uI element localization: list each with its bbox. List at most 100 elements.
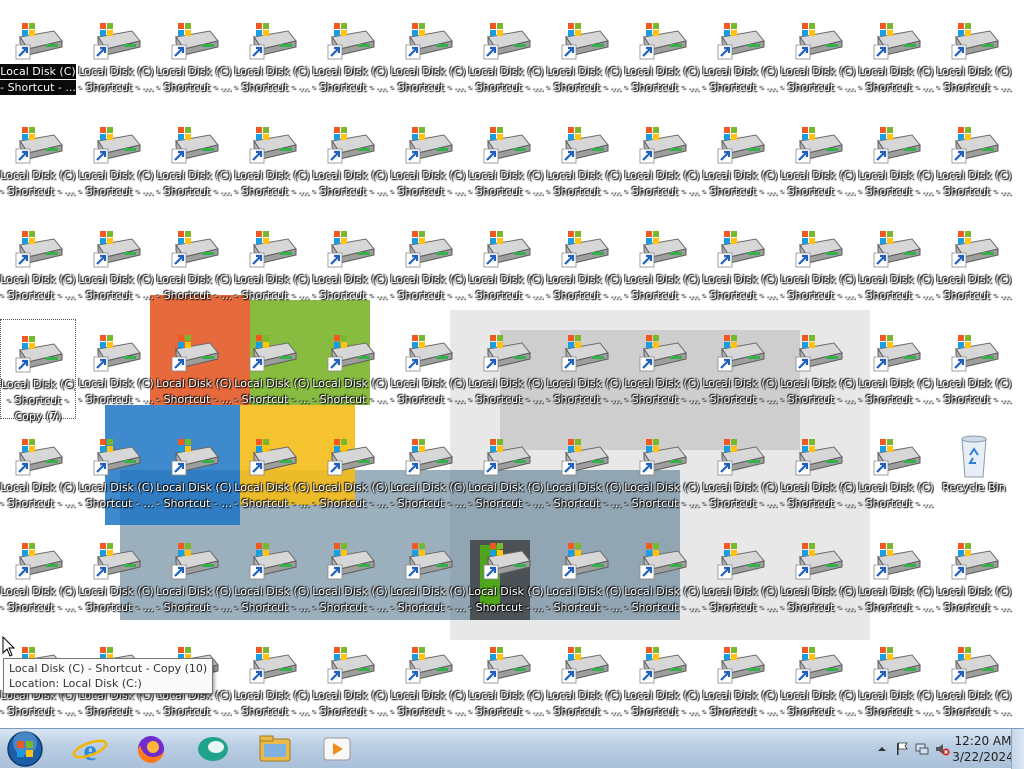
- desktop-shortcut[interactable]: Local Disk (C) - Shortcut - ...: [624, 423, 700, 523]
- desktop-shortcut[interactable]: Local Disk (C) - Shortcut - ...: [0, 423, 76, 523]
- desktop-shortcut[interactable]: Local Disk (C) - Shortcut - ...: [702, 7, 778, 107]
- desktop-shortcut[interactable]: Local Disk (C) - Shortcut - ...: [546, 527, 622, 627]
- desktop-shortcut[interactable]: Local Disk (C) - Shortcut - ...: [858, 111, 934, 211]
- desktop-shortcut[interactable]: Local Disk (C) - Shortcut - ...: [546, 215, 622, 315]
- desktop-shortcut[interactable]: Local Disk (C) - Shortcut - ...: [936, 319, 1012, 419]
- desktop-shortcut[interactable]: Local Disk (C) - Shortcut - ...: [468, 7, 544, 107]
- desktop-shortcut[interactable]: Local Disk (C) - Shortcut - ...: [858, 7, 934, 107]
- desktop-shortcut[interactable]: Local Disk (C) - Shortcut - ...: [156, 111, 232, 211]
- desktop-shortcut[interactable]: Local Disk (C) - Shortcut - ...: [780, 423, 856, 523]
- action-center-flag-icon[interactable]: [894, 741, 910, 757]
- desktop-shortcut[interactable]: Local Disk (C) - Shortcut - ...: [234, 319, 310, 419]
- desktop-shortcut[interactable]: Local Disk (C) - Shortcut - ...: [390, 111, 466, 211]
- desktop-shortcut[interactable]: Local Disk (C) - Shortcut - ...: [780, 111, 856, 211]
- show-desktop-button[interactable]: [1011, 729, 1024, 769]
- desktop-shortcut[interactable]: Local Disk (C) - Shortcut - ...: [702, 527, 778, 627]
- desktop-shortcut[interactable]: Local Disk (C) - Shortcut - ...: [936, 7, 1012, 107]
- desktop-shortcut[interactable]: Local Disk (C) - Shortcut - ...: [468, 215, 544, 315]
- windows-start-orb-icon[interactable]: [4, 729, 46, 769]
- chevron-up-icon[interactable]: [874, 741, 890, 757]
- desktop-shortcut[interactable]: Local Disk (C) - Shortcut - ...: [390, 319, 466, 419]
- desktop-shortcut[interactable]: Local Disk (C) - Shortcut - ...: [858, 215, 934, 315]
- desktop-shortcut[interactable]: Local Disk (C) - Shortcut - ...: [858, 423, 934, 523]
- desktop-shortcut[interactable]: Local Disk (C) - Shortcut - ...: [624, 215, 700, 315]
- desktop-shortcut[interactable]: Local Disk (C) - Shortcut - ...: [780, 7, 856, 107]
- desktop-shortcut[interactable]: Local Disk (C) - Shortcut - ...: [234, 527, 310, 627]
- desktop-shortcut[interactable]: Local Disk (C) - Shortcut - ...: [156, 7, 232, 107]
- file-explorer-icon[interactable]: [250, 731, 300, 767]
- desktop-shortcut[interactable]: Local Disk (C) - Shortcut - ...: [390, 631, 466, 728]
- desktop-shortcut[interactable]: Local Disk (C) - Shortcut - ...: [936, 527, 1012, 627]
- desktop-shortcut[interactable]: Local Disk (C) - Shortcut - ...: [156, 527, 232, 627]
- desktop-shortcut[interactable]: Local Disk (C) - Shortcut - ...: [936, 111, 1012, 211]
- desktop-shortcut[interactable]: Local Disk (C) - Shortcut - ...: [312, 319, 388, 419]
- desktop-shortcut[interactable]: Local Disk (C) - Shortcut - ...: [780, 319, 856, 419]
- desktop-shortcut[interactable]: Local Disk (C) - Shortcut - ...: [78, 527, 154, 627]
- desktop-shortcut[interactable]: Local Disk (C) - Shortcut - ...: [702, 215, 778, 315]
- desktop-shortcut[interactable]: Local Disk (C) - Shortcut - ...: [234, 423, 310, 523]
- desktop-shortcut[interactable]: Local Disk (C) - Shortcut - ...: [0, 7, 76, 107]
- desktop-shortcut[interactable]: Local Disk (C) - Shortcut - ...: [468, 527, 544, 627]
- desktop-shortcut[interactable]: Local Disk (C) - Shortcut - ...: [234, 631, 310, 728]
- desktop-shortcut[interactable]: Local Disk (C) - Shortcut - ...: [936, 631, 1012, 728]
- desktop-shortcut[interactable]: Local Disk (C) - Shortcut - ...: [234, 111, 310, 211]
- media-player-icon[interactable]: [312, 731, 362, 767]
- desktop-shortcut[interactable]: Local Disk (C) - Shortcut - ...: [546, 7, 622, 107]
- desktop-shortcut[interactable]: Local Disk (C) - Shortcut - ...: [156, 423, 232, 523]
- desktop[interactable]: Local Disk (C) - Shortcut - ... Local Disk…: [0, 0, 1024, 728]
- desktop-shortcut[interactable]: Local Disk (C) - Shortcut - ...: [780, 215, 856, 315]
- firefox-icon[interactable]: [126, 731, 176, 767]
- desktop-shortcut[interactable]: Local Disk (C) - Shortcut - ...: [858, 631, 934, 728]
- desktop-shortcut[interactable]: Local Disk (C) - Shortcut - ...: [624, 631, 700, 728]
- desktop-shortcut[interactable]: Local Disk (C) - Shortcut - ...: [780, 631, 856, 728]
- desktop-shortcut[interactable]: Local Disk (C) - Shortcut - ...: [312, 527, 388, 627]
- desktop-shortcut[interactable]: Local Disk (C) - Shortcut - ...: [546, 423, 622, 523]
- desktop-shortcut[interactable]: Local Disk (C) - Shortcut - ...: [468, 319, 544, 419]
- desktop-shortcut[interactable]: Local Disk (C) - Shortcut - ...: [858, 527, 934, 627]
- desktop-shortcut[interactable]: Local Disk (C) - Shortcut - ...: [312, 631, 388, 728]
- desktop-shortcut[interactable]: Local Disk (C) - Shortcut - ...: [780, 527, 856, 627]
- desktop-shortcut[interactable]: Local Disk (C) - Shortcut - ...: [624, 319, 700, 419]
- desktop-shortcut[interactable]: Local Disk (C) - Shortcut - ...: [390, 7, 466, 107]
- desktop-shortcut[interactable]: Local Disk (C) - Shortcut - ...: [156, 319, 232, 419]
- desktop-shortcut[interactable]: Local Disk (C) - Shortcut - ...: [78, 319, 154, 419]
- desktop-shortcut[interactable]: Local Disk (C) - Shortcut - ...: [78, 215, 154, 315]
- desktop-shortcut[interactable]: Local Disk (C) - Shortcut - ...: [156, 215, 232, 315]
- desktop-shortcut[interactable]: Local Disk (C) - Shortcut - ...: [702, 111, 778, 211]
- desktop-shortcut[interactable]: Local Disk (C) - Shortcut - ...: [0, 111, 76, 211]
- desktop-shortcut[interactable]: Local Disk (C) - Shortcut - ...: [468, 111, 544, 211]
- desktop-shortcut[interactable]: Local Disk (C) - Shortcut - ...: [390, 423, 466, 523]
- desktop-shortcut[interactable]: Local Disk (C) - Shortcut - ...: [702, 423, 778, 523]
- desktop-shortcut[interactable]: Local Disk (C) - Shortcut - ...: [0, 215, 76, 315]
- desktop-shortcut[interactable]: Local Disk (C) - Shortcut - ...: [858, 319, 934, 419]
- network-icon[interactable]: [914, 741, 930, 757]
- desktop-shortcut[interactable]: Local Disk (C) - Shortcut - ...: [936, 215, 1012, 315]
- volume-muted-icon[interactable]: [934, 741, 950, 757]
- desktop-shortcut[interactable]: Local Disk (C) - Shortcut - ...: [546, 631, 622, 728]
- desktop-shortcut[interactable]: Local Disk (C) - Shortcut - ...: [312, 215, 388, 315]
- desktop-shortcut[interactable]: Local Disk (C) - Shortcut - ...: [468, 423, 544, 523]
- clock[interactable]: 12:20 AM 3/22/2024: [950, 733, 1016, 765]
- desktop-shortcut[interactable]: Local Disk (C) - Shortcut - ...: [234, 7, 310, 107]
- desktop-shortcut[interactable]: Local Disk (C) - Shortcut - ...: [78, 111, 154, 211]
- desktop-shortcut[interactable]: Local Disk (C) - Shortcut - ...: [702, 319, 778, 419]
- desktop-shortcut[interactable]: Local Disk (C) - Shortcut - ...: [546, 319, 622, 419]
- app-teal-icon[interactable]: [188, 731, 238, 767]
- desktop-shortcut[interactable]: Local Disk (C) - Shortcut - ...: [546, 111, 622, 211]
- desktop-shortcut[interactable]: Local Disk (C) - Shortcut - ...: [312, 111, 388, 211]
- internet-explorer-icon[interactable]: e: [65, 731, 115, 767]
- desktop-shortcut[interactable]: Local Disk (C) - Shortcut - ...: [78, 7, 154, 107]
- desktop-shortcut[interactable]: Local Disk (C) - Shortcut - ...: [624, 7, 700, 107]
- desktop-shortcut[interactable]: Local Disk (C) - Shortcut - ...: [702, 631, 778, 728]
- desktop-shortcut[interactable]: Local Disk (C) - Shortcut - ...: [624, 111, 700, 211]
- desktop-shortcut[interactable]: Local Disk (C) - Shortcut - ...: [468, 631, 544, 728]
- desktop-shortcut-selected[interactable]: Local Disk (C) - Shortcut - Copy (7): [0, 319, 76, 423]
- recycle-bin[interactable]: Recycle Bin: [936, 423, 1012, 523]
- desktop-shortcut[interactable]: Local Disk (C) - Shortcut - ...: [390, 215, 466, 315]
- desktop-shortcut[interactable]: Local Disk (C) - Shortcut - ...: [312, 423, 388, 523]
- desktop-shortcut[interactable]: Local Disk (C) - Shortcut - ...: [78, 423, 154, 523]
- desktop-shortcut[interactable]: Local Disk (C) - Shortcut - ...: [390, 527, 466, 627]
- desktop-shortcut[interactable]: Local Disk (C) - Shortcut - ...: [234, 215, 310, 315]
- desktop-shortcut[interactable]: Local Disk (C) - Shortcut - ...: [312, 7, 388, 107]
- desktop-shortcut[interactable]: Local Disk (C) - Shortcut - ...: [0, 527, 76, 627]
